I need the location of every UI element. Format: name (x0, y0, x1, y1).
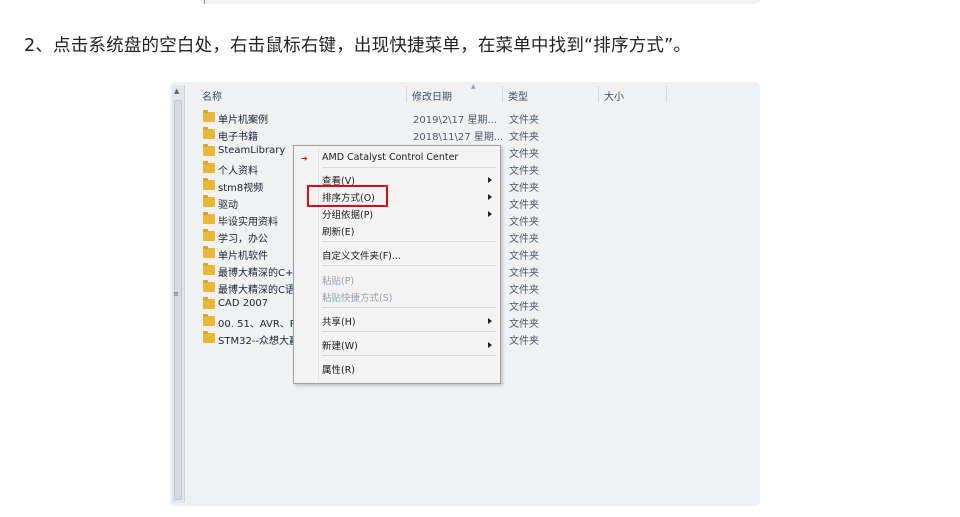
file-name: 驱动 (218, 200, 238, 211)
folder-icon (203, 246, 215, 258)
folder-icon (203, 280, 215, 292)
folder-icon (203, 195, 215, 207)
folder-icon (203, 110, 215, 122)
folder-icon (203, 127, 215, 139)
menu-item-refresh[interactable]: 刷新(E) (322, 224, 354, 238)
folder-icon (203, 161, 215, 173)
file-type: 文件夹 (509, 200, 539, 211)
folder-icon (203, 178, 215, 190)
folder-icon (203, 212, 215, 224)
file-name: CAD 2007 (218, 298, 269, 309)
file-date: 2019\2\17 星期... (413, 115, 497, 126)
amd-logo-icon: ➔ (301, 154, 308, 163)
file-type: 文件夹 (509, 251, 539, 262)
file-name: 电子书籍 (218, 132, 258, 143)
file-row[interactable]: 电子书籍 2018\11\27 星期... 文件夹 (203, 126, 563, 143)
scroll-up-arrow-icon[interactable]: ▲ (174, 87, 179, 95)
folder-icon (203, 144, 215, 156)
submenu-arrow-icon (488, 318, 492, 324)
sort-highlight-box (307, 185, 388, 207)
submenu-arrow-icon (488, 211, 492, 217)
menu-separator (322, 265, 496, 266)
column-header-date[interactable]: 修改日期 (412, 88, 452, 103)
menu-icon-gutter (318, 148, 319, 381)
file-type: 文件夹 (509, 183, 539, 194)
previous-image-tick (204, 0, 205, 4)
file-type: 文件夹 (509, 217, 539, 228)
menu-item-paste: 粘贴(P) (322, 276, 355, 287)
menu-separator (322, 241, 496, 242)
file-name: 单片机软件 (218, 251, 268, 262)
file-name: 个人资料 (218, 166, 258, 177)
column-header-name[interactable]: 名称 (202, 88, 222, 103)
file-type: 文件夹 (509, 302, 539, 313)
submenu-arrow-icon (488, 194, 492, 200)
folder-icon (203, 314, 215, 326)
file-type: 文件夹 (509, 336, 539, 347)
file-type: 文件夹 (509, 319, 539, 330)
explorer-screenshot: ▲ ≡ 名称 ▲ 修改日期 类型 大小 单片机案例 2019\2\17 星期..… (170, 82, 760, 506)
file-type: 文件夹 (509, 115, 539, 126)
context-menu: ➔ AMD Catalyst Control Center 查看(V) 排序方式… (293, 145, 501, 384)
file-type: 文件夹 (509, 166, 539, 177)
previous-image-edge (200, 0, 760, 4)
column-header-size[interactable]: 大小 (604, 88, 624, 103)
vertical-scrollbar[interactable]: ▲ ≡ (172, 85, 185, 503)
file-name: stm8视频 (218, 183, 264, 194)
file-name: 毕设实用资料 (218, 217, 278, 228)
submenu-arrow-icon (488, 342, 492, 348)
file-name: STM32--众想大赢 (218, 336, 300, 347)
menu-item-properties[interactable]: 属性(R) (322, 362, 355, 376)
file-name: SteamLibrary (218, 145, 286, 156)
menu-item-share[interactable]: 共享(H) (322, 314, 356, 328)
folder-icon (203, 297, 215, 309)
column-separator[interactable] (406, 86, 407, 102)
file-name: 最博大精深的C+( (218, 268, 298, 279)
file-name: 00. 51、AVR、PI (218, 319, 299, 330)
menu-item-amd-catalyst[interactable]: AMD Catalyst Control Center (322, 152, 458, 163)
scroll-grip-icon: ≡ (173, 290, 179, 298)
submenu-arrow-icon (488, 177, 492, 183)
column-header-type[interactable]: 类型 (508, 88, 528, 103)
folder-icon (203, 331, 215, 343)
file-type: 文件夹 (509, 234, 539, 245)
instruction-text: 2、点击系统盘的空白处，右击鼠标右键，出现快捷菜单，在菜单中找到“排序方式”。 (24, 36, 692, 56)
file-row[interactable]: 单片机案例 2019\2\17 星期... 文件夹 (203, 109, 563, 126)
menu-item-group-by[interactable]: 分组依据(P) (322, 207, 373, 221)
folder-icon (203, 229, 215, 241)
file-name: 单片机案例 (218, 115, 268, 126)
scrollbar-thumb[interactable] (174, 100, 182, 500)
menu-item-new[interactable]: 新建(W) (322, 338, 358, 352)
column-separator[interactable] (502, 86, 503, 102)
file-name: 学习，办公 (218, 234, 268, 245)
menu-separator (322, 331, 496, 332)
file-type: 文件夹 (509, 149, 539, 160)
file-type: 文件夹 (509, 132, 539, 143)
column-separator[interactable] (666, 86, 667, 102)
column-header-row: 名称 ▲ 修改日期 类型 大小 (188, 83, 760, 103)
column-separator[interactable] (598, 86, 599, 102)
sort-indicator-icon: ▲ (471, 83, 476, 90)
file-type: 文件夹 (509, 268, 539, 279)
menu-item-customize-folder[interactable]: 自定义文件夹(F)... (322, 248, 401, 262)
menu-separator (322, 355, 496, 356)
file-type: 文件夹 (509, 285, 539, 296)
file-name: 最博大精深的C语言 (218, 285, 305, 296)
file-date: 2018\11\27 星期... (413, 132, 504, 143)
menu-separator (322, 307, 496, 308)
menu-separator (322, 167, 496, 168)
menu-item-paste-shortcut: 粘贴快捷方式(S) (322, 293, 393, 304)
folder-icon (203, 263, 215, 275)
